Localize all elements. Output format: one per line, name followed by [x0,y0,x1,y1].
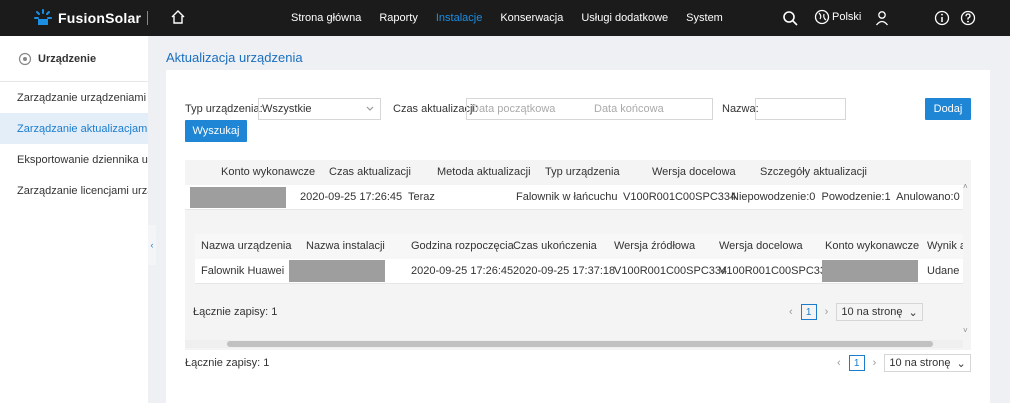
redacted-account [822,260,918,282]
column-header[interactable]: Czas aktualizacji [329,166,411,178]
column-header[interactable]: Konto wykonawcze [221,166,315,178]
collapse-sidebar-icon[interactable]: ‹ [148,225,156,265]
nav-item-home[interactable]: Strona główna [291,12,361,24]
column-header[interactable]: Czas ukończenia [513,240,597,252]
scroll-up-icon[interactable]: ˄ [963,182,968,191]
column-header[interactable]: Wersja docelowa [652,166,736,178]
sidebar-header: Urządzenie [0,36,148,82]
name-label: Nazwa: [722,103,759,115]
language-selector[interactable]: Polski [832,11,861,23]
column-header[interactable]: Szczegóły aktualizacji [760,166,867,178]
column-header[interactable]: Konto wykonawcze [825,240,919,252]
sidebar-item-license-management[interactable]: Zarządzanie licencjami urządzeń [0,175,148,206]
pagination: ‹ 1 › 10 na stronę ⌄ [837,354,971,372]
end-date-placeholder[interactable]: Data końcowa [594,103,664,115]
result-cell: Udane [927,265,960,277]
table-row[interactable]: 2020-09-25 17:26:45 Teraz Falownik w łań… [185,185,971,210]
help-icon[interactable] [960,10,976,29]
nav-item-additional-services[interactable]: Usługi dodatkowe [581,12,668,24]
horizontal-scrollbar[interactable] [185,340,963,348]
column-header[interactable]: Metoda aktualizacji [437,166,531,178]
column-header[interactable]: Wynik a [927,240,966,252]
chevron-down-icon [366,106,374,111]
date-range-picker[interactable]: Data początkowa Data końcowa [466,98,713,120]
page-size-select[interactable]: 10 na stronę ⌄ [884,354,971,372]
target-version-cell: V100R001C00SPC334 [719,265,833,277]
column-header[interactable]: Nazwa instalacji [306,240,385,252]
user-icon[interactable] [874,10,890,29]
page-size-select[interactable]: 10 na stronę ⌄ [836,303,923,321]
target-version-cell: V100R001C00SPC334 [623,191,737,203]
app-name: FusionSolar [58,10,142,26]
page-number[interactable]: 1 [800,304,817,320]
sidebar: Urządzenie Zarządzanie urządzeniami Zarz… [0,36,148,403]
nav-item-maintenance[interactable]: Konserwacja [500,12,563,24]
device-details-table: Nazwa urządzenia Nazwa instalacji Godzin… [195,234,966,284]
column-header[interactable]: Nazwa urządzenia [201,240,292,252]
app-logo[interactable]: FusionSolar [34,9,141,27]
sidebar-item-update-management[interactable]: Zarządzanie aktualizacjami [0,113,148,144]
vertical-scrollbar[interactable]: ˄ ˅ [963,160,971,340]
column-header[interactable]: Wersja docelowa [719,240,803,252]
divider [147,11,148,25]
add-button[interactable]: Dodaj [925,98,971,120]
source-version-cell: V100R001C00SPC334 [614,265,728,277]
redacted-account [190,187,286,208]
column-header[interactable]: Typ urządzenia [545,166,620,178]
nav-item-system[interactable]: System [686,12,723,24]
nav-item-reports[interactable]: Raporty [379,12,418,24]
start-date-placeholder[interactable]: Data początkowa [471,103,555,115]
redacted-plant-name [289,260,385,282]
scroll-down-icon[interactable]: ˅ [963,326,968,335]
table-header: Konto wykonawcze Czas aktualizacji Metod… [185,160,971,185]
main-nav: Strona główna Raporty Instalacje Konserw… [291,0,723,36]
device-name-cell: Falownik Huawei [201,265,285,277]
chevron-down-icon: ⌄ [956,357,966,370]
top-bar: FusionSolar Strona główna Raporty Instal… [0,0,1010,36]
sidebar-item-export-logs[interactable]: Eksportowanie dziennika urządzenia [0,144,148,175]
device-type-value: Wszystkie [262,103,312,115]
start-time-cell: 2020-09-25 17:26:45 [411,265,514,277]
sidebar-item-device-management[interactable]: Zarządzanie urządzeniami [0,82,148,113]
search-button[interactable]: Wyszukaj [185,120,247,142]
page-title: Aktualizacja urządzenia [166,50,303,65]
column-header[interactable]: Godzina rozpoczęcia [411,240,514,252]
nav-item-installations[interactable]: Instalacje [436,12,482,24]
page-number[interactable]: 1 [848,355,865,371]
sidebar-title: Urządzenie [38,52,97,65]
page-size-value: 10 na stronę [889,357,951,369]
home-icon[interactable] [170,9,186,28]
device-type-cell: Falownik w łańcuchu [516,191,618,203]
column-header[interactable]: Wersja źródłowa [614,240,695,252]
total-records: Łącznie zapisy: 1 [185,357,270,369]
next-page-icon[interactable]: › [825,306,829,318]
next-page-icon[interactable]: › [873,357,877,369]
table-header: Nazwa urządzenia Nazwa instalacji Godzin… [195,234,966,259]
sun-logo-icon [34,9,52,25]
search-icon[interactable] [782,10,798,29]
table-row[interactable]: Falownik Huawei 2020-09-25 17:26:45 2020… [195,259,963,284]
device-icon [18,52,32,65]
device-type-label: Typ urządzenia: [185,103,263,115]
update-method-cell: Teraz [408,191,435,203]
prev-page-icon[interactable]: ‹ [789,306,793,318]
page-size-value: 10 na stronę [841,306,903,318]
update-tasks-table: Konto wykonawcze Czas aktualizacji Metod… [185,160,971,350]
prev-page-icon[interactable]: ‹ [837,357,841,369]
name-input[interactable] [755,98,846,120]
globe-icon[interactable] [814,9,830,28]
update-time-cell: 2020-09-25 17:26:45 [300,191,403,203]
inner-total-records: Łącznie zapisy: 1 [193,306,278,318]
inner-pagination: ‹ 1 › 10 na stronę ⌄ [789,303,923,321]
update-details-cell: Niepowodzenie:0 Powodzenie:1 Anulowano:0… [731,191,971,203]
end-time-cell: 2020-09-25 17:37:18 [513,265,616,277]
scrollbar-thumb[interactable] [227,341,933,347]
chevron-down-icon: ⌄ [908,306,918,319]
device-type-select[interactable]: Wszystkie [258,98,381,120]
info-icon[interactable] [934,10,950,29]
